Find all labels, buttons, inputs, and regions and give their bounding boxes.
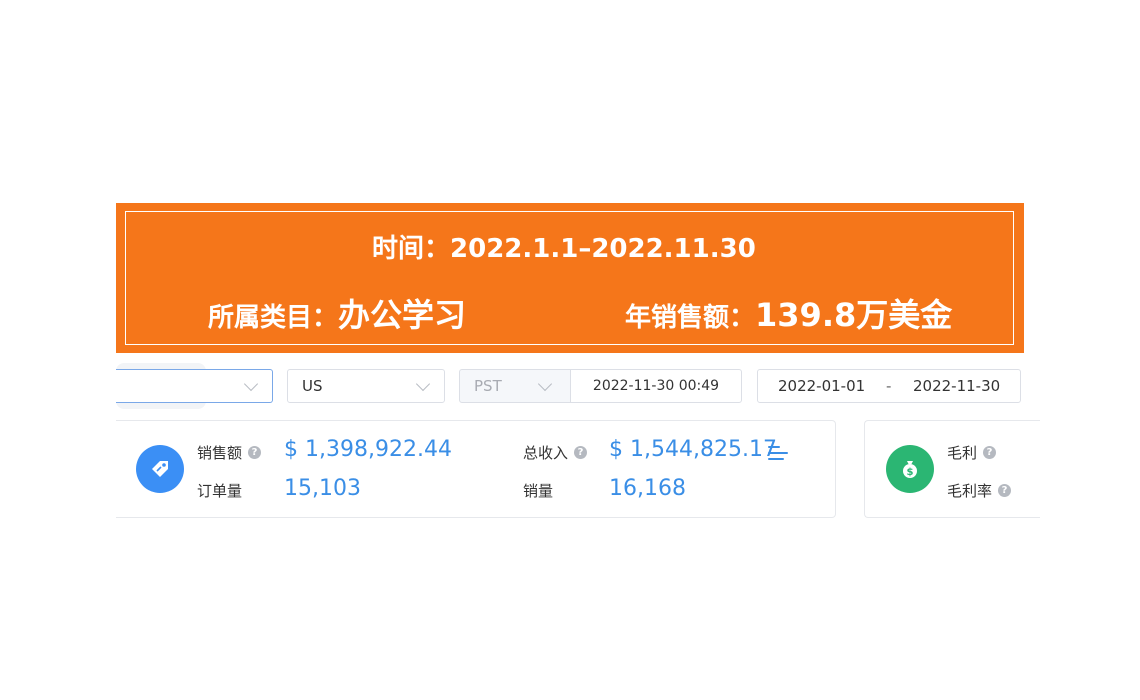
banner-annual-sales-line: 年销售额：139.8万美金 — [625, 290, 952, 336]
banner-annual-sales-value: 139.8万美金 — [755, 296, 953, 334]
store-select[interactable] — [116, 369, 273, 403]
chevron-down-icon — [537, 376, 553, 392]
banner-time-line: 时间：2022.1.1–2022.11.30 — [372, 228, 756, 265]
help-icon[interactable]: ? — [998, 484, 1012, 497]
order-count-value: 15,103 — [284, 476, 361, 501]
sales-stats-card: 销售额 ? $ 1,398,922.44 订单量 15,103 总收入 ? $ … — [116, 420, 836, 518]
timezone-select-value: PST — [474, 377, 502, 395]
order-count-label-text: 订单量 — [197, 482, 243, 500]
filter-bar: US PST 2022-11-30 00:49 2022-01-01 - 202… — [0, 363, 1140, 409]
total-revenue-label: 总收入 ? — [523, 442, 588, 463]
page: 时间：2022.1.1–2022.11.30 所属类目：办公学习 年销售额：13… — [0, 0, 1140, 700]
banner-time-value: 2022.1.1–2022.11.30 — [450, 234, 756, 264]
profit-stats-card: $ 毛利 ? 毛利率 ? — [864, 420, 1040, 518]
summary-banner: 时间：2022.1.1–2022.11.30 所属类目：办公学习 年销售额：13… — [116, 203, 1024, 353]
date-range-end[interactable]: 2022-11-30 — [913, 377, 1000, 395]
svg-text:$: $ — [907, 467, 914, 478]
chevron-down-icon — [243, 376, 259, 392]
date-range-picker[interactable]: 2022-01-01 - 2022-11-30 — [757, 369, 1021, 403]
gross-profit-label-text: 毛利 — [947, 444, 978, 462]
gross-margin-label-text: 毛利率 — [947, 482, 993, 500]
units-sold-label: 销量 — [523, 480, 553, 501]
timezone-select[interactable]: PST — [459, 369, 571, 403]
order-count-label: 订单量 — [197, 480, 242, 501]
total-revenue-label-text: 总收入 — [523, 444, 569, 462]
date-range-separator: - — [886, 377, 892, 395]
help-icon[interactable]: ? — [983, 446, 997, 459]
help-icon[interactable]: ? — [574, 446, 588, 459]
list-details-icon[interactable] — [768, 445, 788, 461]
banner-category-value: 办公学习 — [338, 296, 467, 334]
banner-time-label: 时间： — [372, 234, 451, 264]
current-datetime-display: 2022-11-30 00:49 — [570, 369, 742, 403]
chevron-down-icon — [415, 376, 431, 392]
sales-amount-value: $ 1,398,922.44 — [284, 437, 452, 462]
banner-category-label: 所属类目： — [208, 303, 339, 333]
banner-border: 时间：2022.1.1–2022.11.30 所属类目：办公学习 年销售额：13… — [125, 211, 1014, 345]
country-select-value: US — [302, 377, 323, 395]
gross-margin-label: 毛利率 ? — [947, 480, 1012, 501]
banner-annual-sales-label: 年销售额： — [625, 303, 756, 333]
gross-profit-label: 毛利 ? — [947, 442, 997, 463]
total-revenue-value: $ 1,544,825.17 — [609, 437, 777, 462]
money-bag-icon: $ — [886, 445, 934, 493]
help-icon[interactable]: ? — [248, 446, 262, 459]
date-range-start[interactable]: 2022-01-01 — [778, 377, 865, 395]
banner-category-line: 所属类目：办公学习 — [208, 290, 466, 336]
price-tag-icon — [136, 445, 184, 493]
country-select[interactable]: US — [287, 369, 445, 403]
sales-amount-label: 销售额 ? — [197, 442, 262, 463]
current-datetime-value: 2022-11-30 00:49 — [592, 378, 720, 394]
units-sold-label-text: 销量 — [523, 482, 554, 500]
sales-amount-label-text: 销售额 — [197, 444, 243, 462]
units-sold-value: 16,168 — [609, 476, 686, 501]
